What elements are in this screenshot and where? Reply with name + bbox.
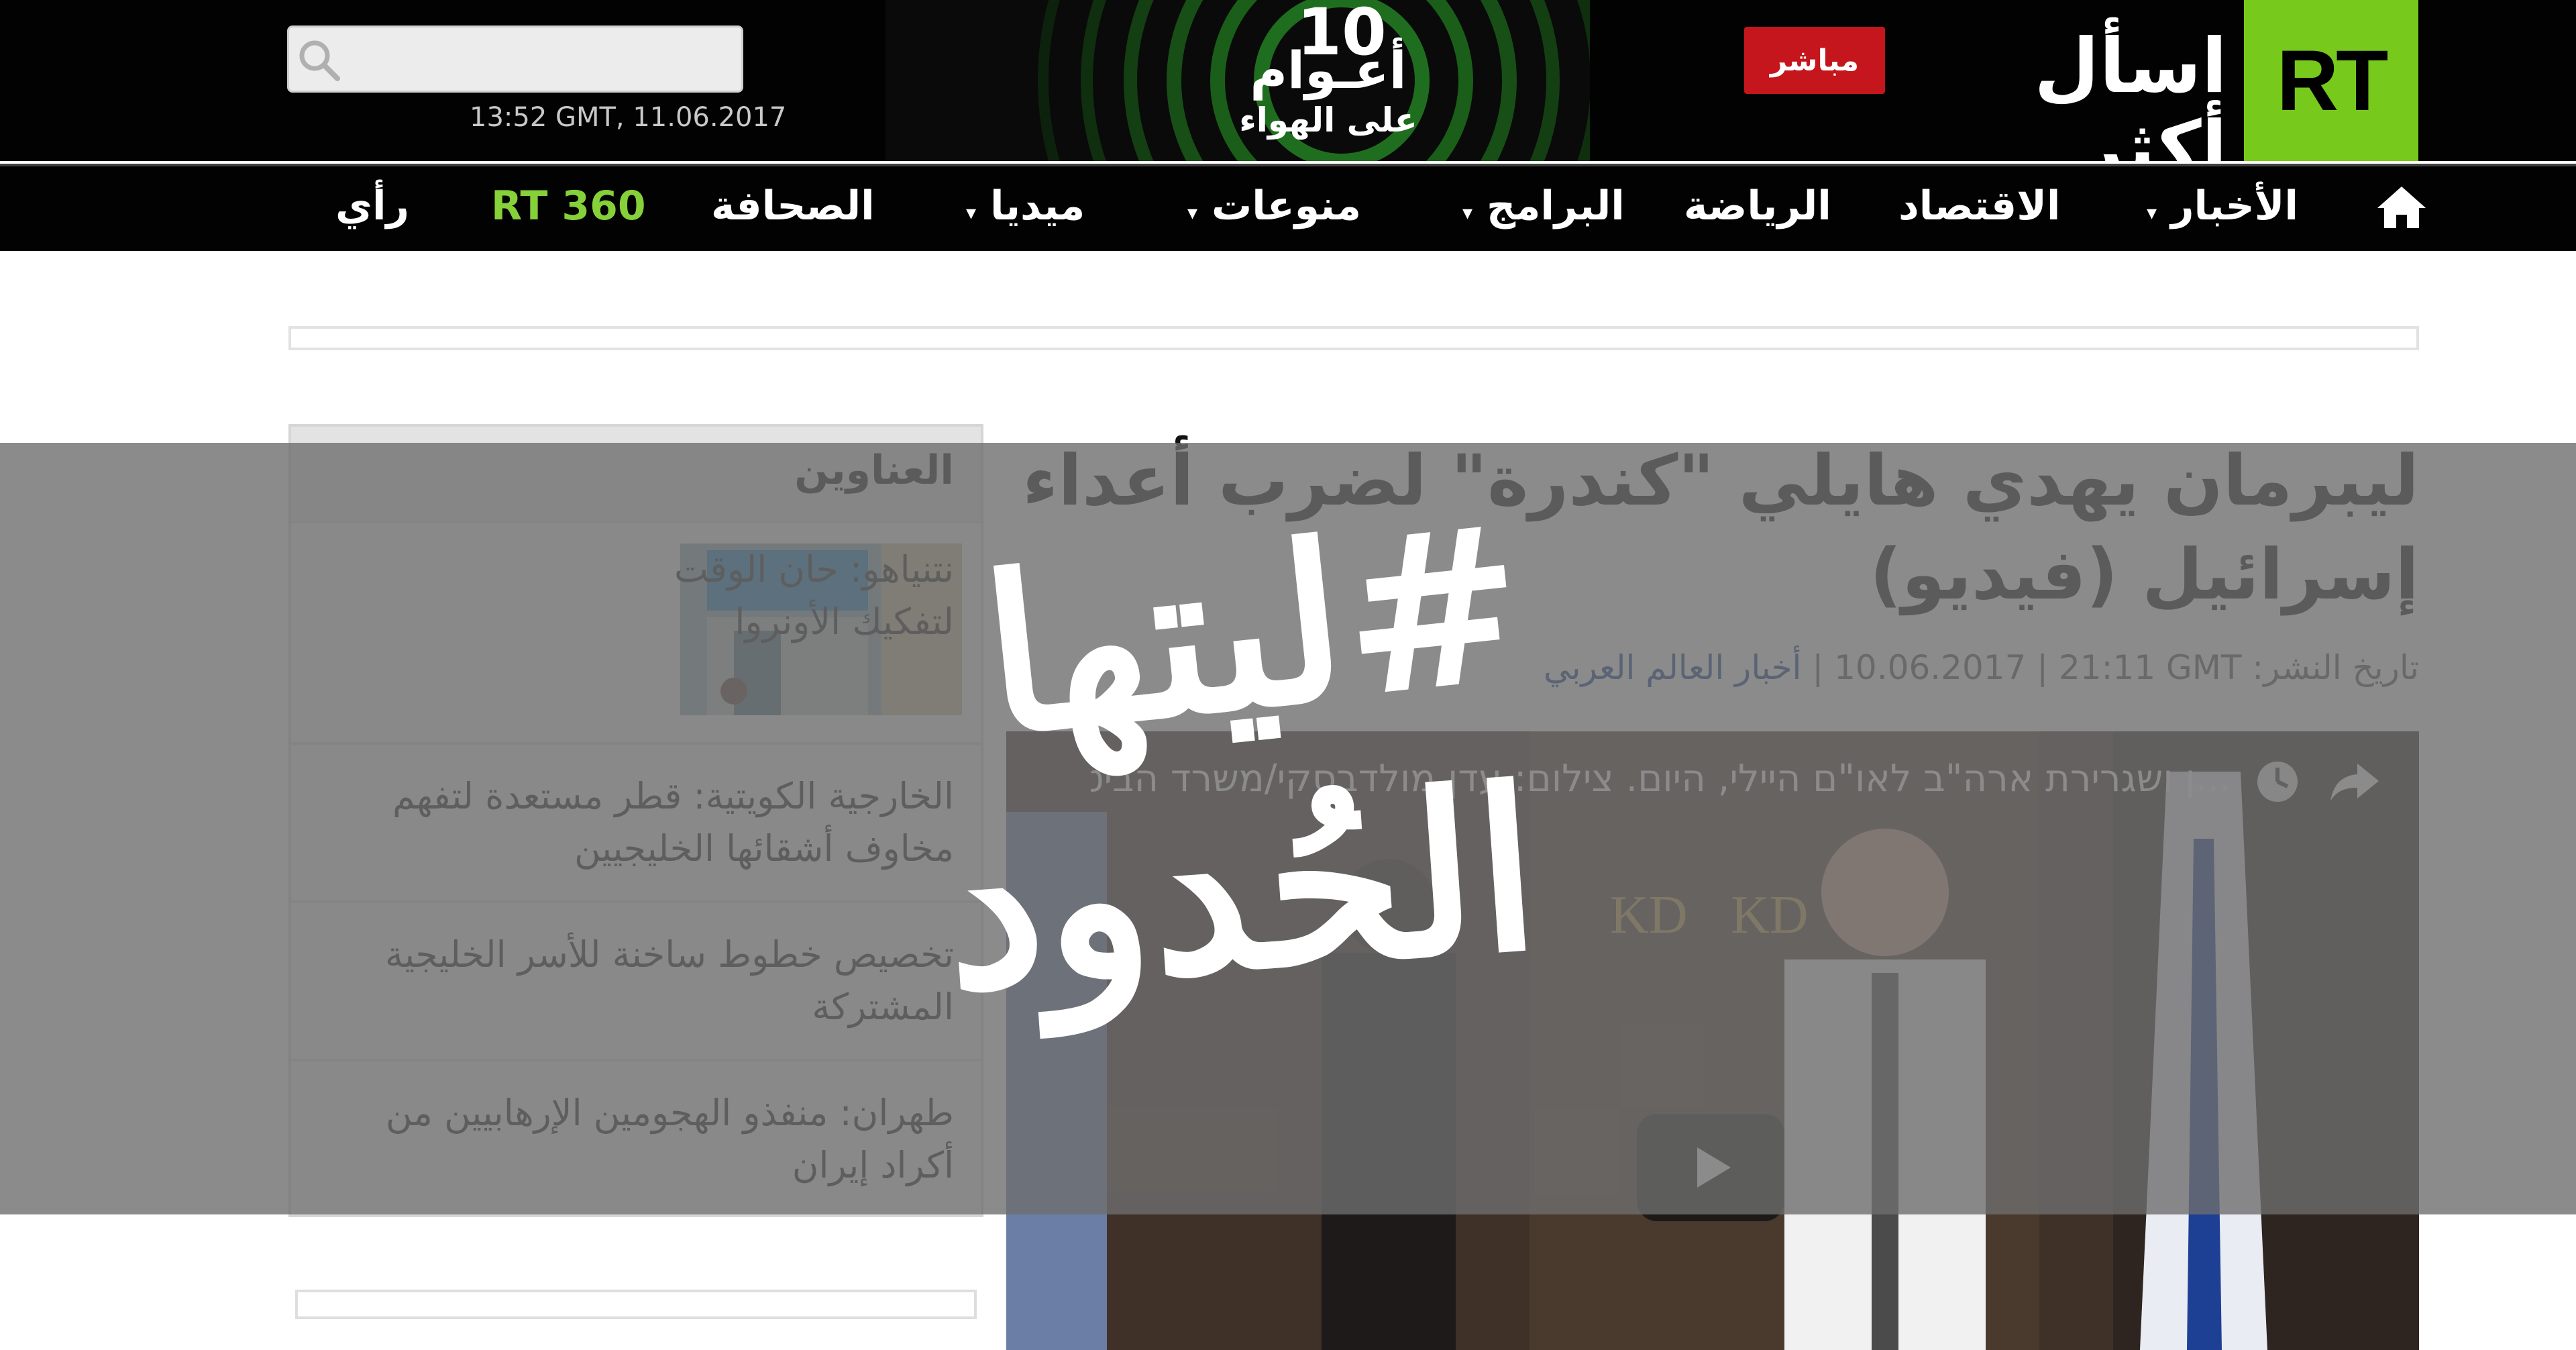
current-datetime: 13:52 GMT, 11.06.2017 <box>470 102 787 133</box>
sidebar-header: العناوين <box>291 427 981 521</box>
headline-text[interactable]: الخارجية الكويتية: قطر مستعدة لتفهم مخاو… <box>310 770 954 875</box>
main-nav: الأخبار ▾ الاقتصاد الرياضة البرامج ▾ منو… <box>0 164 2576 251</box>
sidebar-title: العناوين <box>794 447 954 494</box>
nav-item-sports[interactable]: الرياضة <box>1684 183 1831 229</box>
secondary-sidebar-box <box>295 1290 977 1319</box>
category-link[interactable]: أخبار العالم العربي <box>1544 648 1801 687</box>
nav-item-economy[interactable]: الاقتصاد <box>1898 183 2060 229</box>
anniversary-text: أعـوام <box>1250 40 1407 100</box>
nav-item-misc[interactable]: منوعات ▾ <box>1187 183 1361 229</box>
headline-text[interactable]: طهران: منفذو الهجومين الإرهابيين من أكرا… <box>310 1087 954 1192</box>
search-icon[interactable] <box>296 37 343 84</box>
meta-separator: | <box>1812 648 1824 687</box>
article-title: ليبرمان يهدي هايلي "كندرة" لضرب أعداء إس… <box>1022 439 2419 615</box>
share-icon[interactable] <box>2328 758 2381 808</box>
sidebar-headline-item[interactable]: طهران: منفذو الهجومين الإرهابيين من أكرا… <box>291 1059 981 1217</box>
article-meta: تاريخ النشر: 10.06.2017 | 21:11 GMT | أخ… <box>1006 648 2419 687</box>
play-icon <box>1697 1147 1731 1188</box>
nav-item-news[interactable]: الأخبار ▾ <box>2147 183 2298 229</box>
headlines-sidebar: العناوين نتنياهو: حان الوقت لتفكيك الأون… <box>288 424 983 1217</box>
chevron-down-icon: ▾ <box>2147 201 2157 225</box>
anniversary-subtext: على الهواء <box>1239 101 1417 140</box>
chevron-down-icon: ▾ <box>1462 201 1473 225</box>
nav-item-rt360[interactable]: RT 360 <box>491 183 646 229</box>
clock-icon[interactable] <box>2254 758 2301 808</box>
sidebar-headline-item[interactable]: الخارجية الكويتية: قطر مستعدة لتفهم مخاو… <box>291 742 981 900</box>
nav-item-programs[interactable]: البرامج ▾ <box>1462 183 1625 229</box>
nav-item-press[interactable]: الصحافة <box>711 183 875 229</box>
video-player[interactable]: KD KD ...ן ושגרירת ארה"ב לאו"ם היילי, הי… <box>1006 731 2419 1350</box>
home-icon[interactable] <box>2375 184 2428 233</box>
rt-logo[interactable]: RT <box>2244 0 2418 161</box>
video-caption: ...ן ושגרירת ארה"ב לאו"ם היילי, היום. צי… <box>1091 757 2231 800</box>
nav-item-media[interactable]: ميديا ▾ <box>966 183 1085 229</box>
nav-item-opinion[interactable]: رأي <box>335 183 409 229</box>
headline-text[interactable]: نتنياهو: حان الوقت لتفكيك الأونروا <box>659 543 954 648</box>
live-button[interactable]: مباشر <box>1744 27 1885 94</box>
search-input[interactable] <box>287 25 743 93</box>
sidebar-headline-item[interactable]: تخصيص خطوط ساخنة للأسر الخليجية المشتركة <box>291 900 981 1059</box>
chevron-down-icon: ▾ <box>1187 201 1198 225</box>
svg-text:KD: KD <box>1610 886 1688 945</box>
video-frame: KD KD <box>1006 731 2419 1350</box>
ad-placeholder-bar <box>288 326 2419 350</box>
published-label: تاريخ النشر: <box>2252 648 2419 687</box>
top-header: 13:52 GMT, 11.06.2017 10 أعـوام على الهو… <box>0 0 2576 191</box>
play-button[interactable] <box>1637 1114 1784 1221</box>
svg-text:KD: KD <box>1731 886 1809 945</box>
headline-text[interactable]: تخصيص خطوط ساخنة للأسر الخليجية المشتركة <box>310 929 954 1033</box>
chevron-down-icon: ▾ <box>966 201 977 225</box>
published-date: 10.06.2017 | 21:11 GMT <box>1834 648 2242 687</box>
sidebar-headline-item[interactable]: نتنياهو: حان الوقت لتفكيك الأونروا <box>291 521 981 742</box>
